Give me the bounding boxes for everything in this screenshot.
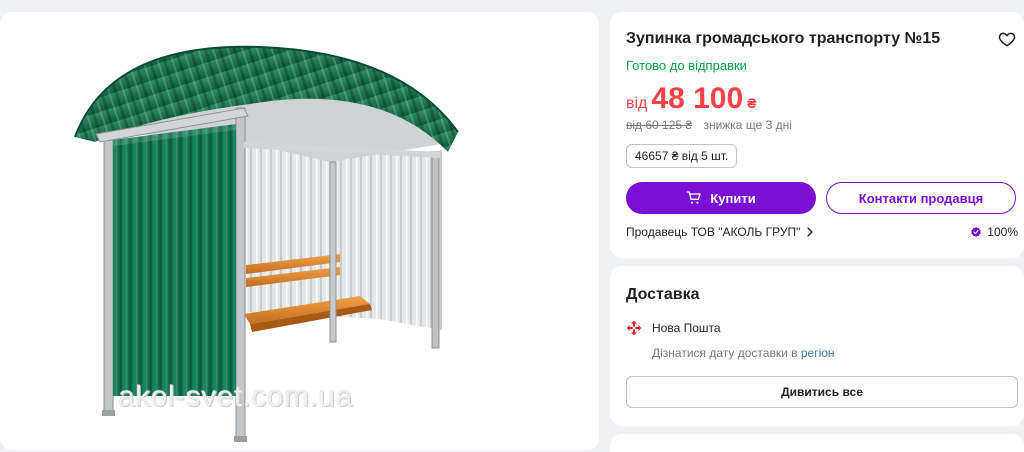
rating-value: 100% bbox=[987, 225, 1018, 239]
see-all-label: Дивитись все bbox=[781, 385, 863, 399]
price-value: 48 100 bbox=[651, 82, 744, 115]
discount-note: знижка ще 3 дні bbox=[703, 118, 792, 132]
delivery-hint-text: Дізнатися дату доставки в bbox=[652, 346, 798, 360]
price-currency: ₴ bbox=[747, 95, 757, 111]
wholesale-price-chip[interactable]: 46657 ₴ від 5 шт. bbox=[626, 144, 738, 168]
nova-poshta-row: Нова Пошта bbox=[626, 320, 721, 336]
seller-link[interactable]: Продавець ТОВ "АКОЛЬ ГРУП" bbox=[626, 225, 816, 239]
cart-icon bbox=[686, 191, 701, 204]
seller-rating: 100% bbox=[970, 225, 1018, 239]
price: від 48 100 ₴ bbox=[626, 82, 757, 116]
old-price: від 60 125 ₴ bbox=[626, 118, 693, 132]
delivery-card: Доставка Нова Пошта Дізнатися дату доста… bbox=[610, 266, 1024, 426]
next-card bbox=[610, 434, 1024, 452]
availability-status: Готово до відправки bbox=[626, 58, 747, 73]
see-all-button[interactable]: Дивитись все bbox=[626, 376, 1018, 408]
seller-text: Продавець ТОВ "АКОЛЬ ГРУП" bbox=[626, 225, 801, 239]
buy-button-label: Купити bbox=[710, 190, 756, 206]
delivery-hint: Дізнатися дату доставки в регіон bbox=[652, 346, 835, 360]
contact-seller-label: Контакти продавця bbox=[858, 190, 984, 206]
contact-seller-button[interactable]: Контакти продавця bbox=[826, 182, 1016, 214]
chevron-right-icon bbox=[807, 227, 813, 237]
region-link[interactable]: регіон bbox=[801, 346, 835, 360]
heart-icon[interactable] bbox=[998, 30, 1016, 48]
product-title: Зупинка громадського транспорту №15 bbox=[626, 30, 941, 47]
carrier-name: Нова Пошта bbox=[652, 321, 721, 335]
delivery-title: Доставка bbox=[626, 286, 700, 303]
buy-button[interactable]: Купити bbox=[626, 182, 816, 214]
product-image-card[interactable]: akol-svet.com.ua bbox=[0, 12, 599, 450]
old-price-row: від 60 125 ₴ знижка ще 3 дні bbox=[626, 118, 792, 132]
price-prefix: від bbox=[626, 95, 648, 112]
rating-badge-icon bbox=[971, 227, 982, 237]
product-info-card: Зупинка громадського транспорту №15 Гото… bbox=[610, 12, 1024, 258]
image-watermark: akol-svet.com.ua bbox=[118, 380, 353, 413]
nova-poshta-logo bbox=[626, 320, 642, 336]
